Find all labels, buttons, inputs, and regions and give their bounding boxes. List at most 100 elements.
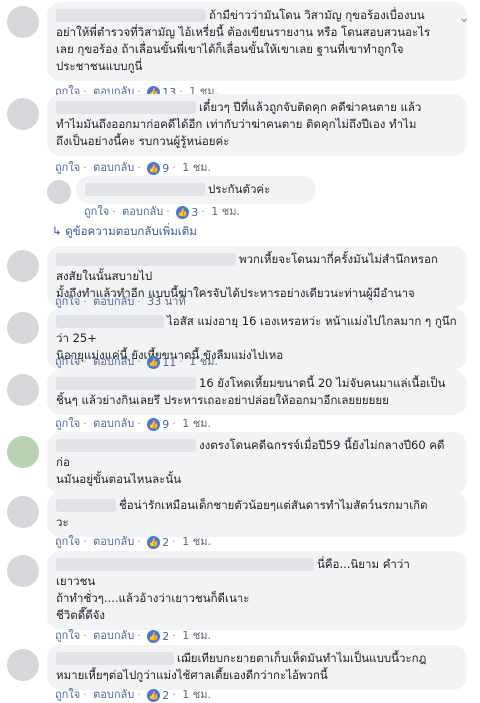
- separator: ·: [137, 355, 141, 368]
- comment-actions: ถูกใจ · ตอบกลับ · 👍 3 · 1 ชม.: [84, 202, 240, 220]
- comment-bubble: นี่คือ...นิยาม คำว่า เยาวชน ถ้าทำชั่วๆ..…: [47, 551, 467, 630]
- comment-bubble: เดี๋ยวๆ ปีที่แล้วถูกจับติดคุก คดีฆ่าคนตา…: [47, 94, 467, 156]
- comment: เฌียเทียบกะยายตาเก็บเห็ดมันทำไมเป็นแบบนี…: [0, 645, 480, 703]
- author-name[interactable]: [85, 183, 205, 196]
- comment-bubble: งงตรงโดนคดีฉกรรจ์เมื่อปี59 นี้ยังไม่กลาง…: [47, 432, 467, 494]
- author-name[interactable]: [56, 558, 314, 571]
- reaction-count[interactable]: 👍 2: [147, 689, 169, 702]
- separator: ·: [137, 161, 141, 174]
- separator: ·: [172, 629, 176, 642]
- separator: ·: [83, 629, 87, 642]
- avatar[interactable]: [7, 649, 39, 681]
- timestamp[interactable]: 1 ชม.: [182, 161, 211, 174]
- avatar[interactable]: [7, 496, 39, 528]
- reaction-count[interactable]: 👍 2: [147, 630, 169, 643]
- like-button[interactable]: ถูกใจ: [55, 688, 80, 701]
- reply-button[interactable]: ตอบกลับ: [93, 161, 134, 174]
- avatar[interactable]: [7, 374, 39, 406]
- like-icon: 👍: [147, 536, 161, 549]
- timestamp[interactable]: 1 ชม.: [182, 688, 211, 701]
- like-icon: 👍: [147, 689, 161, 702]
- reaction-count[interactable]: 👍 11: [147, 356, 176, 369]
- avatar[interactable]: [7, 6, 39, 38]
- separator: ·: [83, 535, 87, 548]
- reaction-count[interactable]: 👍 9: [147, 418, 169, 431]
- reply-button[interactable]: ตอบกลับ: [122, 205, 163, 218]
- separator: ·: [137, 688, 141, 701]
- reaction-count[interactable]: 👍 2: [147, 536, 169, 549]
- timestamp[interactable]: 1 ชม.: [182, 535, 211, 548]
- avatar[interactable]: [7, 98, 39, 130]
- comment: 16 ยังโหดเหี้ยมขนาดนี้ 20 ไม่จับคนมาแล่เ…: [0, 370, 480, 432]
- timestamp[interactable]: 1 ชม.: [211, 205, 240, 218]
- avatar[interactable]: [47, 180, 71, 204]
- like-icon: 👍: [176, 206, 190, 219]
- separator: ·: [137, 535, 141, 548]
- like-button[interactable]: ถูกใจ: [55, 417, 80, 430]
- reply-button[interactable]: ตอบกลับ: [93, 417, 134, 430]
- reply-button[interactable]: ตอบกลับ: [93, 535, 134, 548]
- comment-actions: ถูกใจ · ตอบกลับ · 👍 9 · 1 ชม.: [55, 414, 211, 432]
- comment-text: ถ้ามีข่าวว่ามันโดน วิสามัญ กุขอร้องเบื่อ…: [209, 8, 425, 22]
- avatar[interactable]: [7, 312, 39, 344]
- like-button[interactable]: ถูกใจ: [55, 629, 80, 642]
- separator: ·: [83, 161, 87, 174]
- comment-text: เยาวชน: [56, 574, 96, 588]
- author-name[interactable]: [56, 377, 196, 390]
- more-options-icon[interactable]: ⌄: [458, 10, 470, 26]
- like-button[interactable]: ถูกใจ: [55, 295, 80, 308]
- comment-actions: ถูกใจ · ตอบกลับ · 👍 9 · 1 ชม.: [55, 158, 211, 176]
- reply-button[interactable]: ตอบกลับ: [93, 355, 134, 368]
- like-button[interactable]: ถูกใจ: [84, 205, 109, 218]
- reaction-count[interactable]: 👍 3: [176, 206, 198, 219]
- author-name[interactable]: [56, 253, 236, 266]
- comment: พวกเหี้ยจะโดนมากี่ครั้งมันไม่สำนึกหรอก ส…: [0, 246, 480, 308]
- comment-bubble: เฌียเทียบกะยายตาเก็บเห็ดมันทำไมเป็นแบบนี…: [47, 645, 467, 690]
- timestamp[interactable]: 1 ชม.: [189, 355, 218, 368]
- more-replies-link[interactable]: ↳ ดูข้อความตอบกลับเพิ่มเติม: [52, 223, 197, 241]
- comment-text: วะ: [56, 515, 69, 529]
- comment-text: ชีวิตดี๊ดีจัง: [56, 608, 106, 622]
- comment-text: นี่คือ...นิยาม คำว่า: [317, 557, 410, 571]
- separator: ·: [137, 295, 141, 308]
- comment-bubble: 16 ยังโหดเหี้ยมขนาดนี้ 20 ไม่จับคนมาแล่เ…: [47, 370, 467, 415]
- like-button[interactable]: ถูกใจ: [55, 161, 80, 174]
- reply-button[interactable]: ตอบกลับ: [93, 295, 134, 308]
- author-name[interactable]: [56, 439, 196, 452]
- comment-text: ประชาชนแบบกูนี่: [56, 59, 143, 73]
- author-name[interactable]: [56, 9, 206, 22]
- reply: ประกันตัวค่ะ ถูกใจ · ตอบกลับ · 👍 3 · 1 ชม.: [0, 176, 480, 220]
- author-name[interactable]: [56, 652, 174, 665]
- like-icon: 👍: [147, 162, 161, 175]
- author-name[interactable]: [56, 101, 196, 114]
- comment-text: เลย กุขอร้อง ถ้าเลื่อนขั้นพี่เขาได้ก็เลื…: [56, 42, 404, 56]
- timestamp[interactable]: 33 นาที: [147, 295, 185, 308]
- reply-button[interactable]: ตอบกลับ: [93, 688, 134, 701]
- separator: ·: [172, 535, 176, 548]
- comment-text: เฌียเทียบกะยายตาเก็บเห็ดมันทำไมเป็นแบบนี…: [177, 651, 427, 665]
- like-icon: 👍: [147, 630, 161, 643]
- avatar[interactable]: [7, 250, 39, 282]
- separator: ·: [137, 417, 141, 430]
- separator: ·: [166, 205, 170, 218]
- author-name[interactable]: [56, 315, 164, 328]
- like-button[interactable]: ถูกใจ: [55, 355, 80, 368]
- separator: ·: [179, 355, 183, 368]
- reaction-count[interactable]: 👍 9: [147, 162, 169, 175]
- comment-actions: ถูกใจ · ตอบกลับ · 👍 11 · 1 ชม.: [55, 352, 218, 370]
- timestamp[interactable]: 1 ชม.: [182, 417, 211, 430]
- avatar[interactable]: [7, 555, 39, 587]
- comment-text: 16 ยังโหดเหี้ยมขนาดนี้ 20 ไม่จับคนมาแล่เ…: [199, 376, 446, 390]
- comment-text: เดี๋ยวๆ ปีที่แล้วถูกจับติดคุก คดีฆ่าคนตา…: [199, 100, 422, 114]
- like-button[interactable]: ถูกใจ: [55, 535, 80, 548]
- comment-text: นมันอยู่ขั้นตอนไหนละนั้น: [56, 472, 182, 486]
- separator: ·: [83, 295, 87, 308]
- author-name[interactable]: [56, 499, 116, 512]
- comment: ไอสัส แม่งอายุ 16 เองเหรอหว่ะ หน้าแม่งไป…: [0, 308, 480, 370]
- timestamp[interactable]: 1 ชม.: [182, 629, 211, 642]
- separator: ·: [112, 205, 116, 218]
- reply-button[interactable]: ตอบกลับ: [93, 629, 134, 642]
- avatar[interactable]: [7, 436, 39, 468]
- comment-text: อย่าให้พี่ตำรวจที่วิสามัญ ไอ้เหรี่ยนี้ ต…: [56, 25, 431, 39]
- separator: ·: [172, 688, 176, 701]
